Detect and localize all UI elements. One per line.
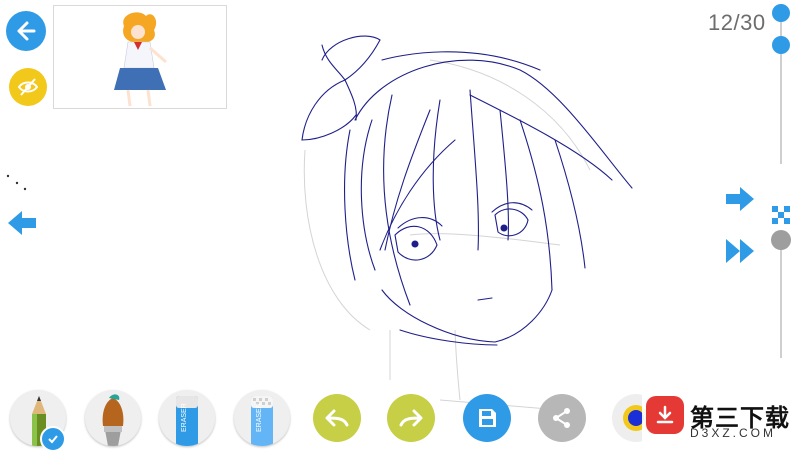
undo-icon [325,409,349,427]
reference-thumbnail[interactable] [53,5,227,109]
redo-icon [399,409,423,427]
eraser-label: ERASER [181,403,188,432]
share-icon [553,408,570,428]
zoom-slider-knob[interactable] [772,36,790,54]
save-icon [479,409,496,427]
download-logo-icon [646,396,684,434]
back-button[interactable] [6,11,46,51]
toggle-reference-button[interactable] [9,68,47,106]
pencil-selected-badge [40,426,66,452]
arrow-left-icon [17,21,36,41]
opacity-slider-track[interactable] [780,240,782,358]
soft-eraser-label: ERASER [256,403,263,432]
watermark-url: D3XZ.COM [690,426,777,440]
check-icon [48,435,58,444]
opacity-slider-knob[interactable] [771,230,791,250]
page-counter: 12/30 [708,10,766,35]
reference-image [114,12,167,107]
eye-off-icon [17,78,39,96]
share-button[interactable] [538,394,586,442]
redo-button[interactable] [387,394,435,442]
next-step-arrow-icon[interactable] [724,184,756,214]
brush-tool[interactable] [85,390,141,446]
previous-step-arrow-icon[interactable] [6,208,38,238]
brush-icon [102,394,124,446]
soft-eraser-tool[interactable]: ERASER [234,390,290,446]
undo-button[interactable] [313,394,361,442]
zoom-slider-knob-top[interactable] [772,4,790,22]
fast-forward-icon[interactable] [724,236,756,266]
zoom-slider-track[interactable] [780,12,782,164]
eraser-tool[interactable]: ERASER [159,390,215,446]
transparency-icon [772,206,790,224]
save-button[interactable] [463,394,511,442]
